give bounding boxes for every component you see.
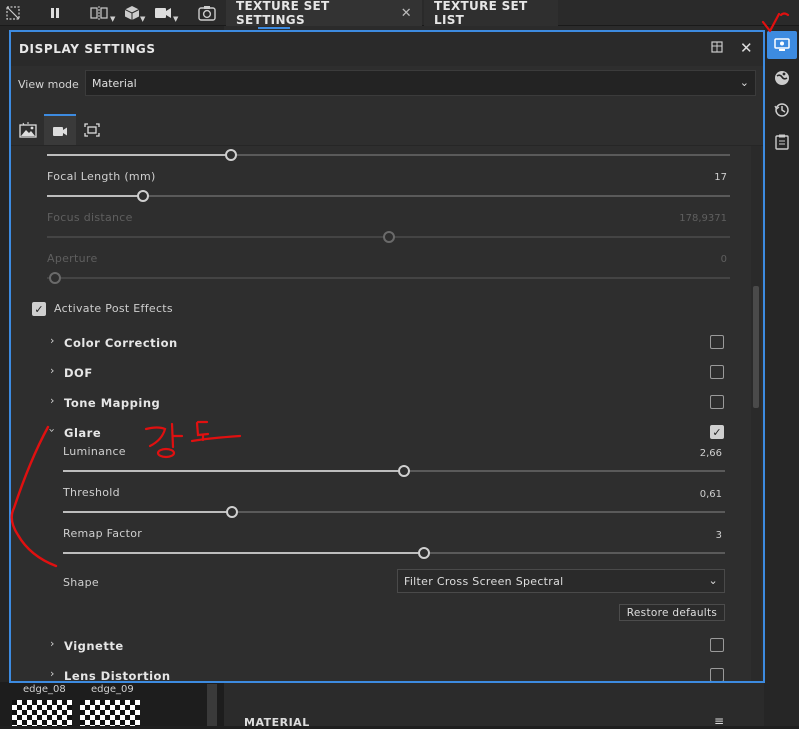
viewport-tab-icon[interactable] [76, 114, 108, 146]
remap-factor-label: Remap Factor [63, 527, 143, 540]
slider-fill [47, 195, 143, 197]
history-icon[interactable] [767, 96, 797, 124]
lens-distortion-checkbox[interactable] [710, 668, 724, 681]
chevron-down-icon: ⌄ [708, 574, 718, 587]
dialog-title: DISPLAY SETTINGS [19, 42, 156, 56]
color-correction-checkbox[interactable] [710, 335, 724, 349]
dof-checkbox[interactable] [710, 365, 724, 379]
view-mode-select[interactable]: Material ⌄ [85, 70, 756, 96]
chevron-right-icon[interactable]: › [50, 637, 54, 650]
thumbnail-edge-09[interactable] [80, 700, 140, 726]
activate-post-effects-label: Activate Post Effects [54, 302, 173, 315]
tab-label: TEXTURE SET LIST [434, 0, 528, 27]
glare-checkbox[interactable]: ✓ [710, 425, 724, 439]
environment-icon[interactable] [767, 64, 797, 92]
lens-distortion-section[interactable]: Lens Distortion [64, 669, 171, 681]
view-mode-value: Material [92, 76, 137, 90]
color-correction-section[interactable]: Color Correction [64, 336, 178, 350]
display-settings-dialog: DISPLAY SETTINGS ✕ View mode Material ⌄ … [9, 30, 765, 683]
tone-mapping-checkbox[interactable] [710, 395, 724, 409]
slider-fill [47, 154, 232, 156]
focus-distance-value: 178,9371 [679, 213, 727, 224]
environment-tab-icon[interactable] [12, 114, 44, 146]
scrollbar-thumb[interactable] [753, 286, 759, 408]
restore-defaults-button[interactable]: Restore defaults [619, 604, 725, 621]
camera-settings-content: Focal Length (mm) 17 Focus distance 178,… [11, 146, 749, 681]
vignette-section[interactable]: Vignette [64, 639, 124, 653]
close-icon[interactable]: ✕ [401, 6, 412, 21]
shape-value: Filter Cross Screen Spectral [404, 574, 564, 588]
tab-texture-set-settings[interactable]: TEXTURE SET SETTINGS ✕ [226, 0, 422, 27]
tone-mapping-section[interactable]: Tone Mapping [64, 396, 160, 410]
material-title: MATERIAL [244, 716, 310, 729]
chevron-right-icon[interactable]: › [50, 394, 54, 407]
activate-post-effects-checkbox[interactable]: ✓ [32, 302, 46, 316]
display-settings-icon[interactable] [767, 31, 797, 59]
aperture-slider [47, 277, 730, 279]
active-tab-indicator [258, 27, 290, 29]
focal-length-value[interactable]: 17 [637, 172, 727, 183]
threshold-value[interactable]: 0,61 [632, 489, 722, 500]
remap-factor-value[interactable]: 3 [632, 530, 722, 541]
slider-thumb[interactable] [225, 506, 238, 518]
threshold-label: Threshold [63, 486, 120, 499]
tab-label: TEXTURE SET SETTINGS [236, 0, 330, 27]
focal-length-slider[interactable] [47, 195, 730, 197]
chevron-right-icon[interactable]: › [50, 334, 54, 347]
chevron-down-icon[interactable]: ▼ [173, 15, 178, 23]
slider-thumb[interactable] [417, 547, 430, 559]
slider-thumb [49, 272, 61, 284]
focus-distance-label: Focus distance [47, 211, 133, 224]
vignette-checkbox[interactable] [710, 638, 724, 652]
log-icon[interactable] [767, 128, 797, 156]
thumbnail-label: edge_08 [23, 684, 66, 695]
tab-texture-set-list[interactable]: TEXTURE SET LIST [424, 0, 558, 27]
dof-section[interactable]: DOF [64, 366, 93, 380]
cube-icon[interactable] [122, 3, 142, 23]
chevron-down-icon[interactable]: › [46, 428, 59, 432]
slider-fill [63, 470, 404, 472]
shape-select[interactable]: Filter Cross Screen Spectral ⌄ [397, 569, 725, 593]
luminance-label: Luminance [63, 445, 126, 458]
luminance-value[interactable]: 2,66 [632, 448, 722, 459]
chevron-right-icon[interactable]: › [50, 667, 54, 680]
glare-section[interactable]: Glare [64, 426, 101, 440]
pause-icon[interactable] [45, 3, 65, 23]
focal-length-label: Focal Length (mm) [47, 170, 156, 183]
chevron-down-icon[interactable]: ▼ [140, 15, 145, 23]
scrollbar[interactable] [751, 146, 761, 681]
shape-label: Shape [63, 576, 99, 589]
render-off-icon[interactable] [3, 3, 23, 23]
thumbnail-edge-08[interactable] [12, 700, 72, 726]
close-icon[interactable]: ✕ [740, 39, 753, 57]
aperture-value: 0 [720, 254, 727, 265]
slider-thumb[interactable] [136, 190, 149, 202]
aperture-label: Aperture [47, 252, 98, 265]
view-mode-label: View mode [18, 78, 79, 91]
slider-thumb [382, 231, 395, 243]
chevron-down-icon[interactable]: ▼ [110, 15, 115, 23]
float-window-icon[interactable] [711, 41, 723, 56]
slider-fill [63, 511, 232, 513]
thumbnail-label: edge_09 [91, 684, 134, 695]
slider-thumb[interactable] [397, 465, 410, 477]
slider-thumb[interactable] [225, 149, 238, 161]
thumbnails-scrollbar[interactable] [207, 684, 217, 726]
screenshot-icon[interactable] [197, 3, 217, 23]
camera-tab-icon[interactable] [44, 114, 76, 146]
camera-video-icon[interactable] [153, 3, 173, 23]
chevron-down-icon: ⌄ [739, 76, 749, 89]
symmetry-icon[interactable] [89, 3, 109, 23]
chevron-right-icon[interactable]: › [50, 364, 54, 377]
slider-fill [63, 552, 424, 554]
